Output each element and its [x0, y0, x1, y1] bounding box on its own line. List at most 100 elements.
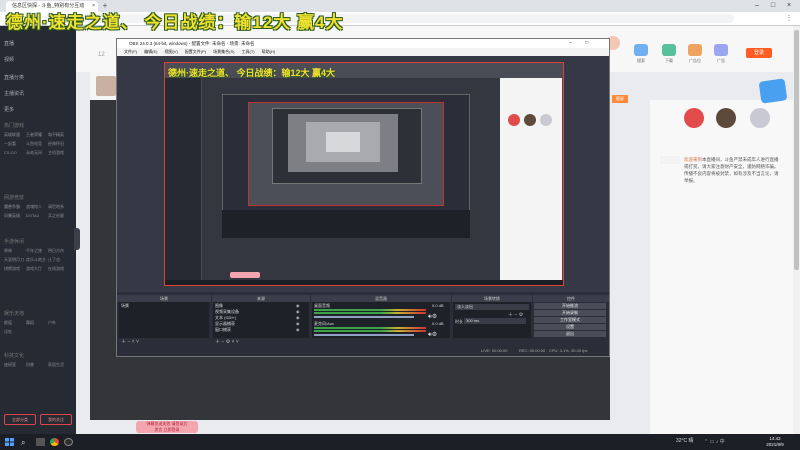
sidebar-category[interactable]: 座研室	[4, 360, 26, 369]
speaker-icon[interactable]: 🔊︎⚙	[428, 331, 437, 339]
obs-menu-profile[interactable]: 配置文件(P)	[185, 49, 206, 54]
start-streaming-button[interactable]: 开始推流	[534, 303, 606, 309]
screenshot-badge[interactable]: 截屏	[612, 95, 628, 103]
task-view-icon[interactable]	[36, 438, 45, 446]
duration-input[interactable]: 300 ms	[464, 318, 526, 324]
scenes-list[interactable]	[119, 302, 209, 338]
streamer-avatar[interactable]	[96, 76, 116, 96]
chrome-icon[interactable]	[50, 438, 59, 446]
obs-window-controls[interactable]: – □ ×	[569, 39, 609, 55]
sidebar-item-live[interactable]: 直播	[4, 40, 14, 47]
sidebar-category[interactable]: 永劫无间	[26, 148, 48, 157]
sidebar-item-category[interactable]: 直播分类	[4, 74, 24, 81]
obs-menu-edit[interactable]: 编辑(E)	[144, 49, 157, 54]
sidebar-category[interactable]: 试吃	[4, 327, 26, 336]
gift-icon[interactable]	[684, 108, 704, 128]
sidebar-category[interactable]: 兵之创意	[48, 211, 70, 220]
taskbar-weather[interactable]: 32°C 晴	[676, 437, 694, 444]
sidebar-category[interactable]: 王者荣耀	[26, 130, 48, 139]
search-icon[interactable]	[634, 44, 648, 56]
minimize-button[interactable]: –	[750, 0, 764, 12]
settings-button[interactable]: 设置	[534, 324, 606, 330]
scenes-toolbar[interactable]: ＋ − ˄ ˅	[121, 338, 139, 345]
header-label: 广告位	[689, 58, 701, 63]
sidebar-category[interactable]: 游戏大厅	[26, 264, 48, 273]
sidebar-category[interactable]: 请世地系	[48, 202, 70, 211]
system-tray-icons[interactable]: ⌃ ▭ ♪ 中	[704, 438, 725, 445]
obs-status-bar: LIVE: 00:00:00 REC: 00:00:00 CPU: 3.1%, …	[117, 346, 609, 356]
sidebar-category[interactable]: 千年之旅	[26, 246, 48, 255]
transition-toolbar[interactable]: ＋ − ⚙	[508, 311, 523, 318]
source-item[interactable]: 窗口捕获	[215, 327, 231, 333]
obs-menu-file[interactable]: 文件(F)	[124, 49, 137, 54]
sidebar-item-video[interactable]: 视频	[4, 56, 14, 63]
sidebar-category[interactable]: 一起看	[4, 139, 26, 148]
sidebar-category[interactable]: 家居生活	[48, 360, 70, 369]
all-categories-button[interactable]: 全部分类	[4, 414, 36, 425]
login-toast[interactable]: 弹幕发送失败 请登录后 发言 立即登录	[136, 421, 198, 433]
sidebar-category[interactable]: 风暴英雄	[4, 211, 26, 220]
sidebar-category[interactable]: 户外	[48, 318, 70, 327]
sidebar-category[interactable]: 明日方舟	[48, 246, 70, 255]
sidebar-category[interactable]: 颜值	[4, 318, 26, 327]
history-icon[interactable]	[714, 44, 728, 56]
studio-mode-button[interactable]: 工作室模式	[534, 317, 606, 323]
maximize-button[interactable]: □	[766, 0, 780, 12]
my-follows-button[interactable]: 我的关注	[40, 414, 72, 425]
sidebar-category[interactable]: CS:GO	[4, 148, 26, 157]
download-icon[interactable]	[662, 44, 676, 56]
volume-slider[interactable]	[314, 316, 414, 318]
sidebar-category[interactable]: 止了也	[48, 255, 70, 264]
sidebar-category[interactable]: 科普	[26, 360, 48, 369]
sidebar-collapse-handle[interactable]	[74, 228, 80, 250]
sidebar-category[interactable]: 原神	[4, 246, 26, 255]
scene-item[interactable]: 场景	[121, 303, 129, 309]
sidebar-category[interactable]: 战魂铭人	[26, 202, 48, 211]
sidebar-category[interactable]: 欢乐斗地主	[26, 255, 48, 264]
obs-menu-view[interactable]: 视图(V)	[164, 49, 177, 54]
sidebar-item-more[interactable]: 更多	[4, 106, 14, 113]
taskbar-clock[interactable]: 14:42 2021/8/9	[760, 436, 790, 448]
volume-slider[interactable]	[314, 334, 414, 336]
source-visibility-icons[interactable]: ◉ ◉ ◉ ◉ ◉	[296, 303, 300, 333]
sidebar-section-title: 热门游戏	[4, 123, 25, 129]
obs-icon[interactable]	[64, 438, 73, 446]
sidebar-category[interactable]: 舞蹈	[26, 318, 48, 327]
windows-start-icon[interactable]	[5, 438, 14, 446]
close-window-button[interactable]: ×	[782, 0, 796, 12]
speaker-icon[interactable]: 🔊︎⚙	[428, 313, 437, 321]
sidebar-category[interactable]: 棋牌游戏	[4, 264, 26, 273]
exit-button[interactable]: 退出	[534, 331, 606, 337]
gift-icon[interactable]	[750, 108, 770, 128]
obs-menu-tools[interactable]: 工具(T)	[241, 49, 254, 54]
sidebar-category[interactable]: DOTA2	[26, 211, 48, 220]
chat-username[interactable]: 欢迎来到	[684, 157, 702, 162]
ad-icon[interactable]	[688, 44, 702, 56]
transition-select[interactable]: 淡入淡出	[455, 304, 529, 310]
sidebar-category[interactable]: 魔兽争霸	[4, 202, 26, 211]
sidebar-category[interactable]: 英雄联盟	[4, 130, 26, 139]
sources-toolbar[interactable]: ＋ − ⚙ ˄ ˅	[215, 338, 239, 345]
sidebar-category-grid: 英雄联盟 王者荣耀 和平精英一起看 斗鱼电竞 经典怀旧 CS:GO 永劫无间 主机游戏	[4, 130, 72, 157]
sidebar-item-news[interactable]: 主播资讯	[4, 90, 24, 97]
header-label: 搜索	[637, 58, 645, 63]
browser-menu-icon[interactable]: ⋮	[784, 13, 794, 24]
scrollbar-thumb[interactable]	[794, 30, 799, 270]
nested-gift-icon	[524, 114, 536, 126]
obs-menu-help[interactable]: 帮助(H)	[262, 49, 276, 54]
sidebar-category[interactable]: 和平精英	[48, 130, 70, 139]
sidebar-category[interactable]: 主机游戏	[48, 148, 70, 157]
start-recording-button[interactable]: 开始录制	[534, 310, 606, 316]
gift-icon[interactable]	[716, 108, 736, 128]
volume-meter	[314, 312, 426, 314]
sidebar-category[interactable]: 斗鱼电竞	[26, 139, 48, 148]
sidebar-category[interactable]: 天涯明月刀	[4, 255, 26, 264]
obs-menu-scenes[interactable]: 场景集合(S)	[213, 49, 234, 54]
sidebar-category[interactable]: 经典怀旧	[48, 139, 70, 148]
promo-sticker-icon[interactable]	[758, 78, 788, 104]
login-button[interactable]: 登录	[746, 48, 772, 58]
taskbar-search-icon[interactable]: ⌕	[21, 438, 25, 448]
sidebar-category-grid: 颜值 舞蹈 户外试吃	[4, 318, 72, 336]
sidebar-category[interactable]: 在线游戏	[48, 264, 70, 273]
chat-message: 欢迎来到本直播间，斗鱼严禁未成年人进行直播或打赏，请大家注意财产安全，谨防网络诈…	[684, 156, 782, 184]
